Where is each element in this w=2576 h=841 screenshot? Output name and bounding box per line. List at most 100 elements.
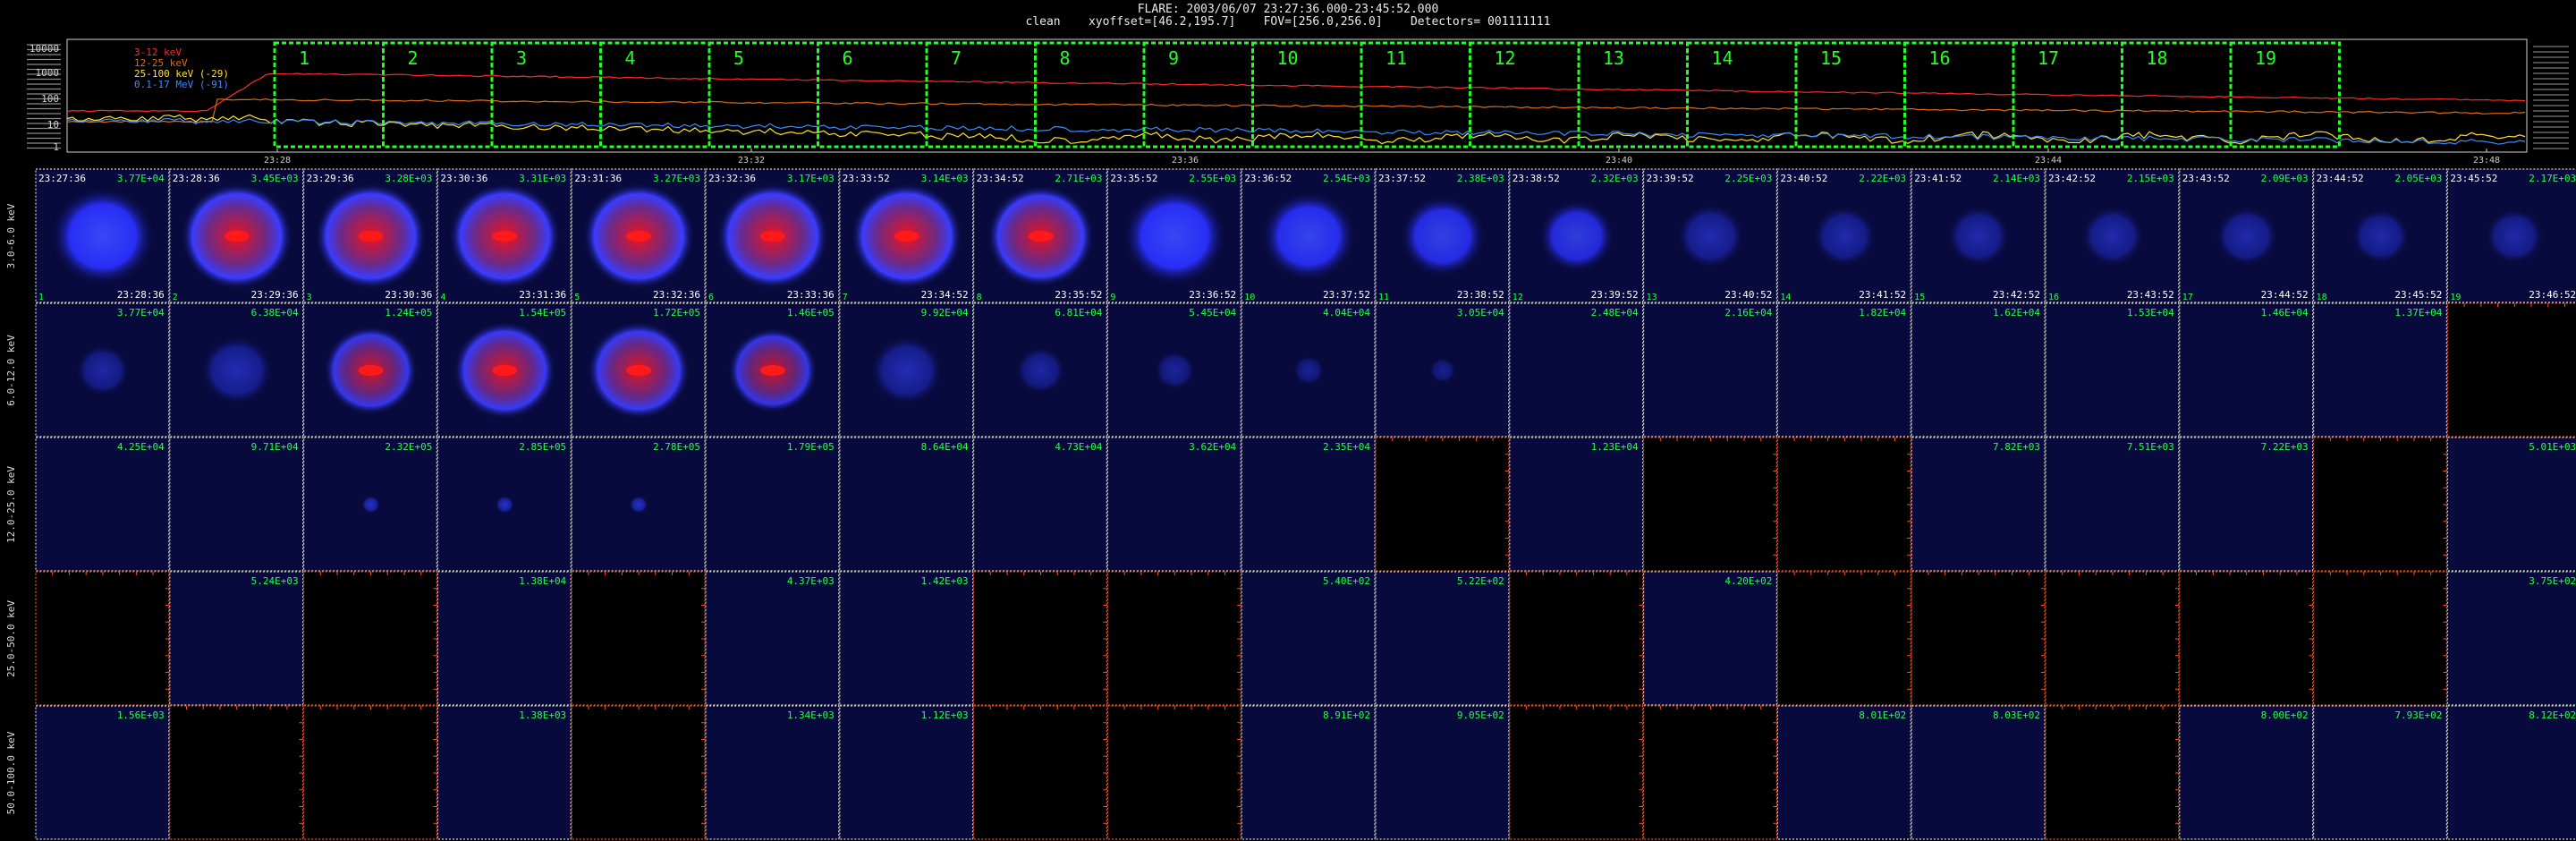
image-end-time: 23:28:36 xyxy=(117,289,165,301)
time-interval-box xyxy=(1142,41,1254,149)
image-max-value: 3.17E+03 xyxy=(787,173,835,184)
image-cell: 2.78E+05 xyxy=(571,437,706,572)
image-cell xyxy=(2313,437,2448,572)
time-interval-box xyxy=(817,41,928,149)
image-max-value: 1.62E+04 xyxy=(1993,307,2040,319)
image-cell: 1.82E+04 xyxy=(1776,302,1911,437)
image-max-value: 1.34E+03 xyxy=(787,709,835,721)
image-end-time: 23:42:52 xyxy=(1993,289,2040,301)
source-emission xyxy=(1293,355,1325,386)
image-cell: 6.38E+04 xyxy=(169,302,304,437)
image-frame xyxy=(705,571,840,706)
energy-band-label: 25.0-50.0 keV xyxy=(5,600,17,677)
image-max-value: 9.05E+02 xyxy=(1457,709,1504,721)
image-cell: 2.54E+03 23:36:52 23:37:52 10 xyxy=(1241,168,1376,303)
image-cell xyxy=(2446,302,2576,437)
image-frame xyxy=(1911,437,2046,572)
image-cell: 5.40E+02 xyxy=(1241,571,1376,706)
image-frame xyxy=(35,437,170,572)
image-max-value: 3.77E+04 xyxy=(117,173,165,184)
source-emission xyxy=(1016,347,1065,394)
image-cell: 2.22E+03 23:40:52 23:41:52 14 xyxy=(1776,168,1911,303)
time-interval-label: 1 xyxy=(299,47,309,69)
image-max-value: 1.37E+04 xyxy=(2394,307,2442,319)
image-frame xyxy=(2045,705,2180,840)
energy-band-label: 50.0-100.0 keV xyxy=(5,731,17,814)
time-interval-label: 2 xyxy=(408,47,419,69)
image-end-time: 23:44:52 xyxy=(2261,289,2309,301)
image-frame xyxy=(2179,437,2314,572)
time-interval-label: 12 xyxy=(1495,47,1516,69)
image-max-value: 1.38E+04 xyxy=(519,575,566,587)
source-core xyxy=(626,365,652,376)
image-cell: 1.24E+05 xyxy=(303,302,438,437)
time-tick-label: 23:28 xyxy=(264,156,291,166)
image-cell: 2.32E+03 23:38:52 23:39:52 12 xyxy=(1509,168,1644,303)
time-interval-label: 14 xyxy=(1712,47,1733,69)
source-emission xyxy=(1155,352,1195,389)
time-interval-label: 19 xyxy=(2255,47,2276,69)
image-max-value: 2.55E+03 xyxy=(1189,173,1236,184)
image-max-value: 3.14E+03 xyxy=(921,173,969,184)
energy-band-label: 3.0-6.0 keV xyxy=(5,203,17,268)
image-frame xyxy=(1106,571,1241,706)
image-start-time: 23:29:36 xyxy=(307,173,354,184)
image-cell: 2.55E+03 23:35:52 23:36:52 9 xyxy=(1106,168,1241,303)
image-number: 2 xyxy=(173,293,178,302)
image-frame xyxy=(1911,705,2046,840)
image-cell: 2.16E+04 xyxy=(1642,302,1777,437)
image-end-time: 23:45:52 xyxy=(2394,289,2442,301)
image-cell xyxy=(1509,571,1644,706)
image-max-value: 7.51E+03 xyxy=(2127,441,2174,453)
image-max-value: 6.81E+04 xyxy=(1055,307,1102,319)
image-cell: 8.03E+02 xyxy=(1911,705,2046,840)
image-max-value: 2.16E+04 xyxy=(1724,307,1772,319)
image-cell: 6.81E+04 xyxy=(972,302,1107,437)
image-cell xyxy=(1106,705,1241,840)
image-max-value: 4.25E+04 xyxy=(117,441,165,453)
image-frame xyxy=(972,705,1107,840)
image-end-time: 23:34:52 xyxy=(921,289,969,301)
image-frame xyxy=(1106,437,1241,572)
time-interval-label: 6 xyxy=(843,47,853,69)
image-max-value: 9.92E+04 xyxy=(921,307,969,319)
image-max-value: 1.46E+05 xyxy=(787,307,835,319)
image-number: 8 xyxy=(977,293,982,302)
image-max-value: 1.53E+04 xyxy=(2127,307,2174,319)
image-start-time: 23:33:52 xyxy=(843,173,890,184)
image-cell: 2.35E+04 xyxy=(1241,437,1376,572)
image-max-value: 1.46E+04 xyxy=(2261,307,2309,319)
lightcurve-12-25kev xyxy=(66,98,2526,123)
image-start-time: 23:31:36 xyxy=(574,173,622,184)
source-core xyxy=(759,231,785,242)
source-emission xyxy=(1947,207,2010,266)
source-emission xyxy=(361,496,380,514)
image-cell: 3.77E+04 xyxy=(35,302,170,437)
image-frame xyxy=(169,437,304,572)
time-interval-box xyxy=(1686,41,1798,149)
lightcurve-0.1-17mev xyxy=(66,117,2526,145)
time-interval-box xyxy=(1577,41,1689,149)
image-number: 12 xyxy=(1513,293,1523,302)
image-cell: 1.42E+03 xyxy=(839,571,974,706)
image-cell: 1.38E+04 xyxy=(436,571,572,706)
source-emission xyxy=(1262,191,1356,281)
image-start-time: 23:43:52 xyxy=(2182,173,2230,184)
image-start-time: 23:32:36 xyxy=(708,173,756,184)
source-emission xyxy=(1429,358,1456,383)
image-start-time: 23:40:52 xyxy=(1780,173,1827,184)
image-cell: 3.27E+03 23:31:36 23:32:36 5 xyxy=(571,168,706,303)
image-cell: 2.14E+03 23:41:52 23:42:52 15 xyxy=(1911,168,2046,303)
source-emission xyxy=(871,336,943,404)
image-frame xyxy=(2446,571,2576,706)
image-end-time: 23:40:52 xyxy=(1724,289,1772,301)
image-number: 11 xyxy=(1378,293,1389,302)
image-end-time: 23:29:36 xyxy=(251,289,299,301)
image-start-time: 23:42:52 xyxy=(2048,173,2096,184)
time-interval-box xyxy=(273,41,385,149)
image-frame xyxy=(1911,571,2046,706)
image-start-time: 23:27:36 xyxy=(38,173,86,184)
image-cell xyxy=(1642,705,1777,840)
time-interval-label: 11 xyxy=(1385,47,1407,69)
image-frame xyxy=(1911,302,2046,437)
